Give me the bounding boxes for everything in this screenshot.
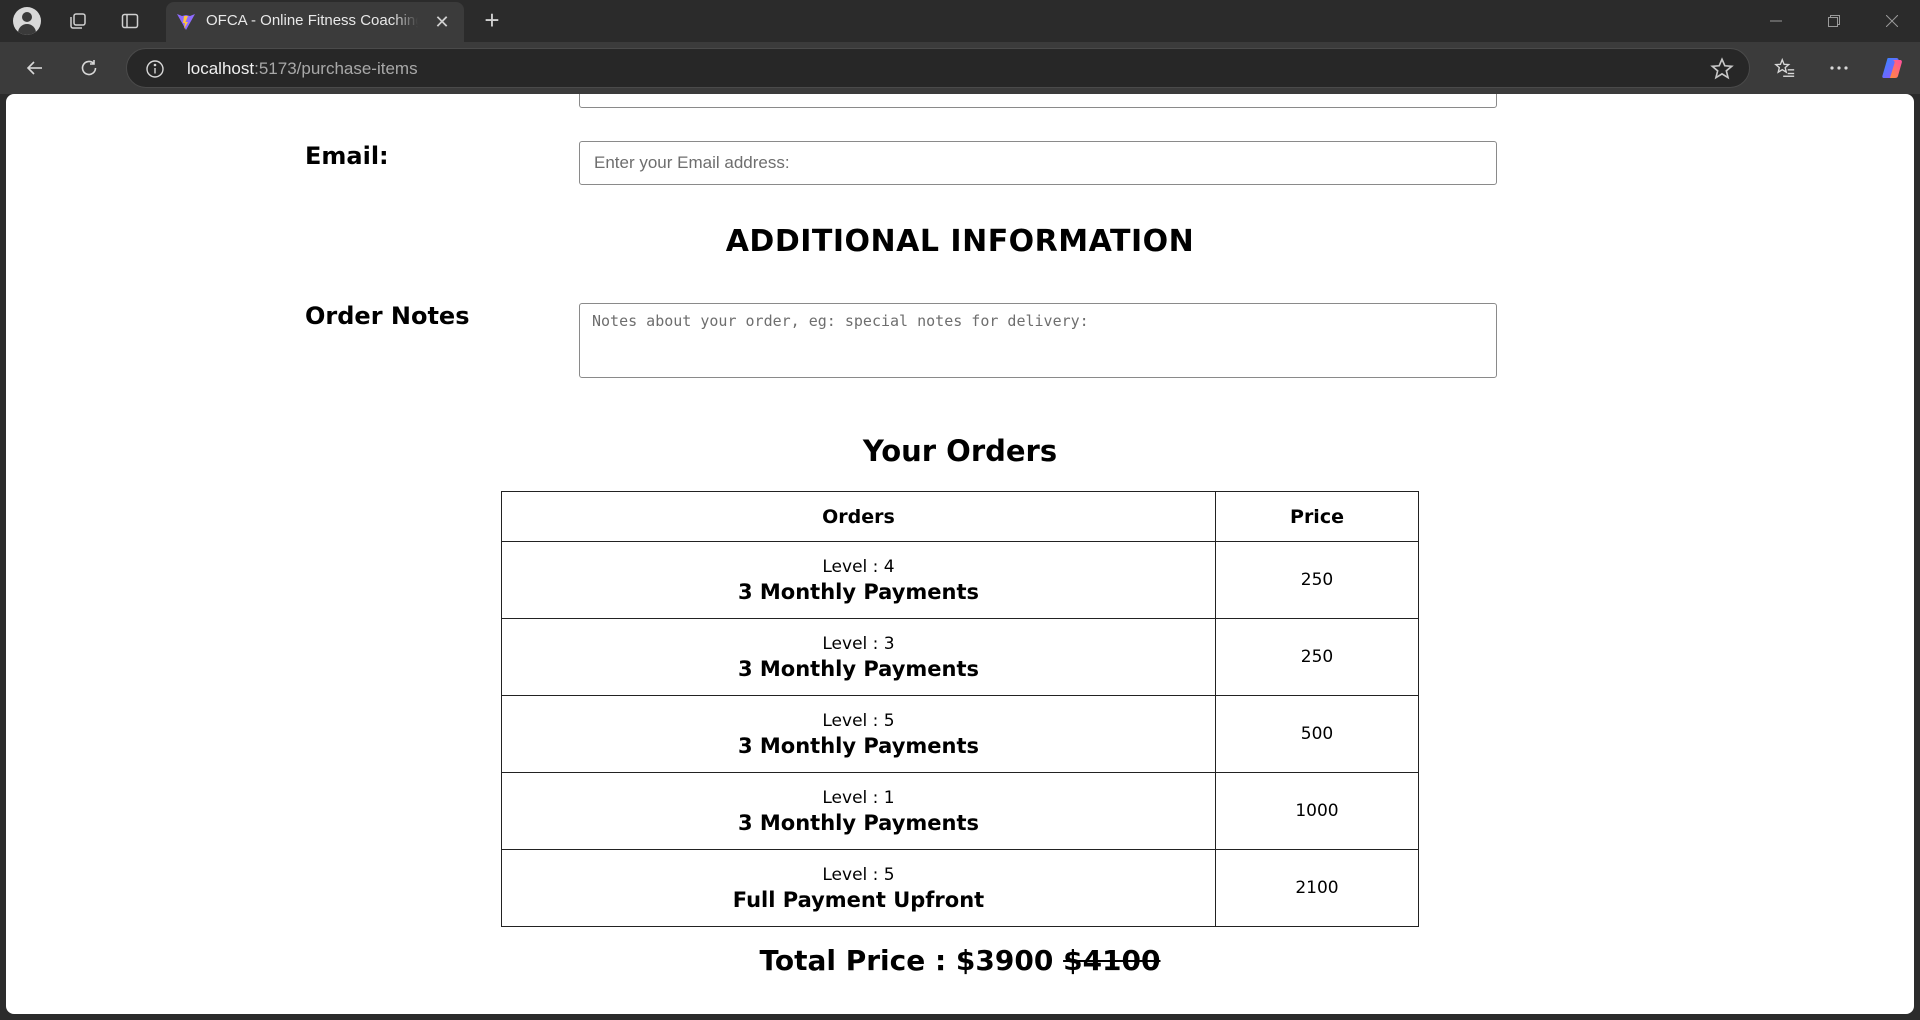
vite-logo-icon (177, 14, 195, 30)
reload-button[interactable] (72, 52, 106, 84)
your-orders-heading: Your Orders (862, 434, 1058, 468)
order-level: Level : 1 (822, 788, 895, 808)
original-price-strikethrough: $4100 (1063, 944, 1161, 977)
favorites-button[interactable] (1768, 52, 1802, 84)
email-label: Email: (305, 142, 389, 170)
page-viewport: Email: ADDITIONAL INFORMATION Order Note… (6, 94, 1914, 1014)
minimize-button[interactable] (1748, 0, 1804, 42)
restore-icon (1828, 15, 1840, 27)
url-path: :5173/purchase-items (254, 59, 418, 78)
more-menu-button[interactable] (1822, 52, 1856, 84)
order-cell: Level : 5 3 Monthly Payments (501, 695, 1216, 773)
order-level: Level : 5 (822, 711, 895, 731)
close-window-button[interactable] (1864, 0, 1920, 42)
close-icon (1886, 15, 1898, 27)
table-row: Level : 3 3 Monthly Payments 250 (501, 618, 1419, 696)
order-cell: Level : 3 3 Monthly Payments (501, 618, 1216, 696)
minimize-icon (1770, 20, 1782, 22)
table-row: Level : 4 3 Monthly Payments 250 (501, 541, 1419, 619)
restore-button[interactable] (1806, 0, 1862, 42)
order-notes-textarea[interactable] (579, 303, 1497, 378)
url-host: localhost (187, 59, 255, 78)
table-row: Level : 5 3 Monthly Payments 500 (501, 695, 1419, 773)
order-level: Level : 5 (822, 865, 895, 885)
favorite-star-icon[interactable] (1709, 56, 1735, 82)
price-column-header: Price (1215, 491, 1419, 542)
order-price: 2100 (1215, 849, 1419, 927)
reload-icon (81, 60, 97, 76)
order-plan: 3 Monthly Payments (737, 811, 980, 835)
order-cell: Level : 1 3 Monthly Payments (501, 772, 1216, 850)
info-icon (146, 60, 164, 78)
order-plan: Full Payment Upfront (732, 888, 985, 912)
previous-field-input[interactable] (579, 94, 1497, 108)
order-price: 250 (1215, 541, 1419, 619)
email-field[interactable] (579, 141, 1497, 185)
orders-header-row: Orders Price (501, 491, 1419, 542)
total-price-value: $3900 (955, 944, 1054, 977)
order-price: 250 (1215, 618, 1419, 696)
orders-table: Orders Price Level : 4 3 Monthly Payment… (501, 491, 1419, 927)
order-price: 1000 (1215, 772, 1419, 850)
order-cell: Level : 5 Full Payment Upfront (501, 849, 1216, 927)
order-level: Level : 3 (822, 634, 895, 654)
order-plan: 3 Monthly Payments (737, 657, 980, 681)
copilot-icon (1882, 58, 1902, 78)
order-plan: 3 Monthly Payments (737, 580, 980, 604)
favorites-list-icon (1774, 57, 1795, 77)
order-notes-label: Order Notes (305, 302, 470, 330)
title-bar: OFCA - Online Fitness Coaching App ✕ + (0, 0, 1920, 42)
orders-column-header: Orders (501, 491, 1216, 542)
copilot-button[interactable] (1876, 52, 1910, 84)
browser-toolbar: localhost:5173/purchase-items (0, 42, 1920, 94)
order-level: Level : 4 (822, 557, 895, 577)
back-button[interactable] (18, 52, 52, 84)
profile-button[interactable] (11, 6, 43, 36)
workspaces-icon (70, 13, 86, 29)
order-cell: Level : 4 3 Monthly Payments (501, 541, 1216, 619)
url-text: localhost:5173/purchase-items (187, 59, 418, 79)
ellipsis-icon (1830, 66, 1848, 70)
total-price: Total Price : $3900 $4100 (6, 944, 1914, 977)
back-arrow-icon (26, 61, 42, 75)
purchase-page: Email: ADDITIONAL INFORMATION Order Note… (6, 94, 1914, 1014)
additional-information-heading: ADDITIONAL INFORMATION (725, 224, 1195, 259)
new-tab-button[interactable]: + (476, 6, 508, 36)
address-bar[interactable]: localhost:5173/purchase-items (126, 48, 1750, 88)
table-row: Level : 5 Full Payment Upfront 2100 (501, 849, 1419, 927)
order-price: 500 (1215, 695, 1419, 773)
total-price-label: Total Price : (759, 944, 947, 977)
site-info-button[interactable] (141, 55, 169, 83)
tab-close-icon[interactable]: ✕ (432, 12, 452, 32)
workspaces-button[interactable] (62, 6, 94, 36)
active-tab[interactable]: OFCA - Online Fitness Coaching App ✕ (166, 2, 464, 42)
vertical-tabs-icon (121, 13, 139, 29)
tab-title: OFCA - Online Fitness Coaching App (206, 12, 418, 29)
order-plan: 3 Monthly Payments (737, 734, 980, 758)
table-row: Level : 1 3 Monthly Payments 1000 (501, 772, 1419, 850)
tab-actions-button[interactable] (114, 6, 146, 36)
profile-avatar-icon (13, 7, 41, 35)
